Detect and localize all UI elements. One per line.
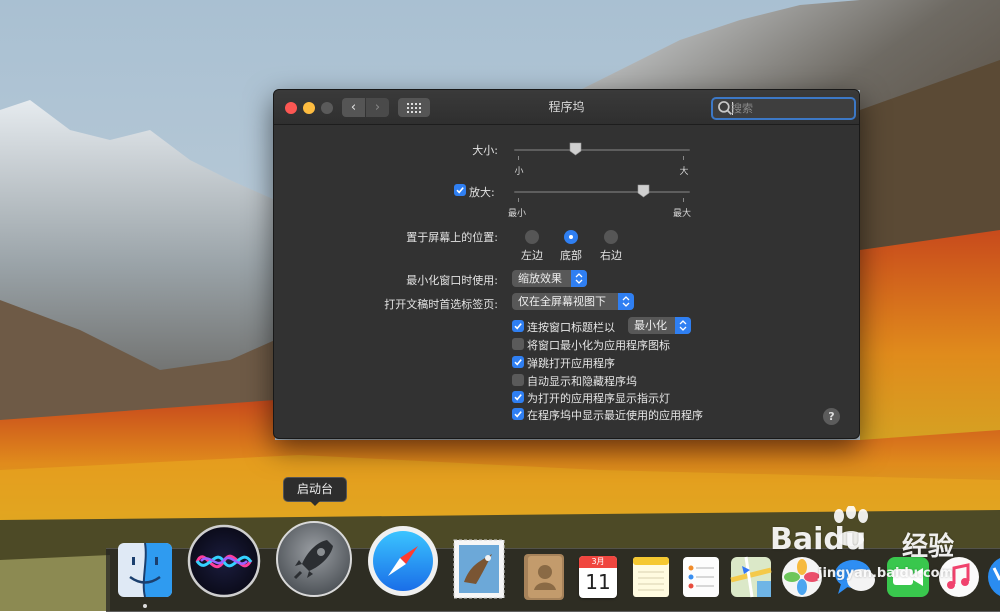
popup-arrows-icon: [571, 270, 587, 287]
title-bar: ‹ › 程序坞: [274, 90, 859, 125]
contacts-icon[interactable]: [522, 552, 566, 602]
minimize-into-app-icon-label: 将窗口最小化为应用程序图标: [527, 339, 670, 352]
double-click-titlebar-label: 连按窗口标题栏以: [527, 321, 615, 334]
checkmark-icon: [456, 187, 464, 194]
popup-arrows-icon: [618, 293, 634, 310]
checkmark-icon: [514, 394, 522, 401]
position-left-label: 左边: [521, 249, 543, 262]
magnification-checkbox[interactable]: [454, 184, 466, 196]
size-tick-max: [683, 156, 684, 160]
prefer-tabs-popup[interactable]: 仅在全屏幕视图下: [512, 293, 634, 310]
position-left-radio[interactable]: [525, 230, 539, 244]
calendar-month: 3月: [579, 556, 617, 568]
launchpad-icon[interactable]: [275, 520, 353, 598]
prefer-tabs-label: 打开文稿时首选标签页:: [384, 298, 498, 311]
magnification-label: 放大:: [469, 186, 495, 199]
back-button[interactable]: ‹: [342, 98, 365, 117]
watermark-url: jingyan.baidu.com: [818, 566, 954, 581]
double-click-action-popup[interactable]: 最小化: [628, 317, 691, 334]
siri-icon[interactable]: [187, 524, 261, 598]
baidu-jingyan-watermark: Baidu 经验 jingyan.baidu.com: [760, 500, 960, 600]
calendar-day: 11: [585, 570, 611, 594]
position-bottom-label: 底部: [560, 249, 582, 262]
watermark-cn: 经验: [902, 532, 955, 562]
navigation-group: ‹ ›: [342, 98, 390, 117]
size-min-label: 小: [514, 167, 524, 177]
animate-opening-label: 弹跳打开应用程序: [527, 357, 615, 370]
prefer-tabs-value: 仅在全屏幕视图下: [518, 295, 606, 308]
size-slider-knob[interactable]: [569, 142, 582, 156]
minimize-into-app-icon-checkbox[interactable]: [512, 338, 524, 350]
minimize-effect-popup[interactable]: 缩放效果: [512, 270, 587, 287]
minimize-button[interactable]: [303, 102, 315, 114]
show-recent-apps-label: 在程序坞中显示最近使用的应用程序: [527, 409, 703, 422]
magnification-slider-track[interactable]: [514, 191, 690, 193]
size-tick-min: [518, 156, 519, 160]
double-click-titlebar-checkbox[interactable]: [512, 320, 524, 332]
minimize-effect-label: 最小化窗口时使用:: [406, 274, 498, 287]
show-indicators-label: 为打开的应用程序显示指示灯: [527, 392, 670, 405]
minimize-effect-value: 缩放效果: [518, 272, 562, 285]
animate-opening-checkbox[interactable]: [512, 356, 524, 368]
search-field[interactable]: [711, 97, 856, 120]
autohide-dock-label: 自动显示和隐藏程序坞: [527, 375, 637, 388]
chevron-left-icon: ‹: [350, 100, 357, 115]
finder-icon[interactable]: [116, 541, 174, 599]
watermark-brand: Baidu: [770, 522, 867, 557]
position-right-label: 右边: [600, 249, 622, 262]
size-slider-track[interactable]: [514, 149, 690, 151]
magnification-max-label: 最大: [672, 209, 691, 219]
launchpad-tooltip: 启动台: [283, 477, 347, 502]
magnification-tick-max: [683, 198, 684, 202]
position-right-radio[interactable]: [604, 230, 618, 244]
magnification-tick-min: [518, 198, 519, 202]
chevron-right-icon: ›: [374, 100, 381, 115]
notes-icon[interactable]: [632, 556, 670, 598]
magnification-min-label: 最小: [507, 209, 526, 219]
dock-preferences-window: ‹ › 程序坞 大小: 小 大 放大: 最小 最大 置于屏幕上的: [273, 89, 860, 439]
show-indicators-checkbox[interactable]: [512, 391, 524, 403]
grid-icon: [407, 102, 421, 113]
zoom-button[interactable]: [321, 102, 333, 114]
show-all-button[interactable]: [398, 98, 430, 117]
calendar-icon[interactable]: 3月 11: [579, 556, 617, 598]
help-button[interactable]: ?: [823, 408, 840, 425]
position-label: 置于屏幕上的位置:: [406, 231, 498, 244]
finder-running-indicator: [143, 604, 147, 608]
position-bottom-radio[interactable]: [564, 230, 578, 244]
size-label: 大小:: [472, 144, 498, 157]
mail-icon[interactable]: [452, 538, 506, 600]
popup-arrows-icon: [675, 317, 691, 334]
double-click-action-value: 最小化: [634, 319, 667, 332]
safari-icon[interactable]: [366, 524, 440, 598]
reminders-icon[interactable]: [682, 556, 720, 598]
close-button[interactable]: [285, 102, 297, 114]
checkmark-icon: [514, 359, 522, 366]
checkmark-icon: [514, 411, 522, 418]
size-max-label: 大: [679, 167, 689, 177]
checkmark-icon: [514, 323, 522, 330]
show-recent-apps-checkbox[interactable]: [512, 408, 524, 420]
forward-button[interactable]: ›: [366, 98, 389, 117]
search-input[interactable]: [731, 99, 849, 118]
tooltip-arrow: [309, 500, 321, 506]
app-store-icon[interactable]: [988, 556, 1000, 598]
autohide-dock-checkbox[interactable]: [512, 374, 524, 386]
magnification-slider-knob[interactable]: [637, 184, 650, 198]
